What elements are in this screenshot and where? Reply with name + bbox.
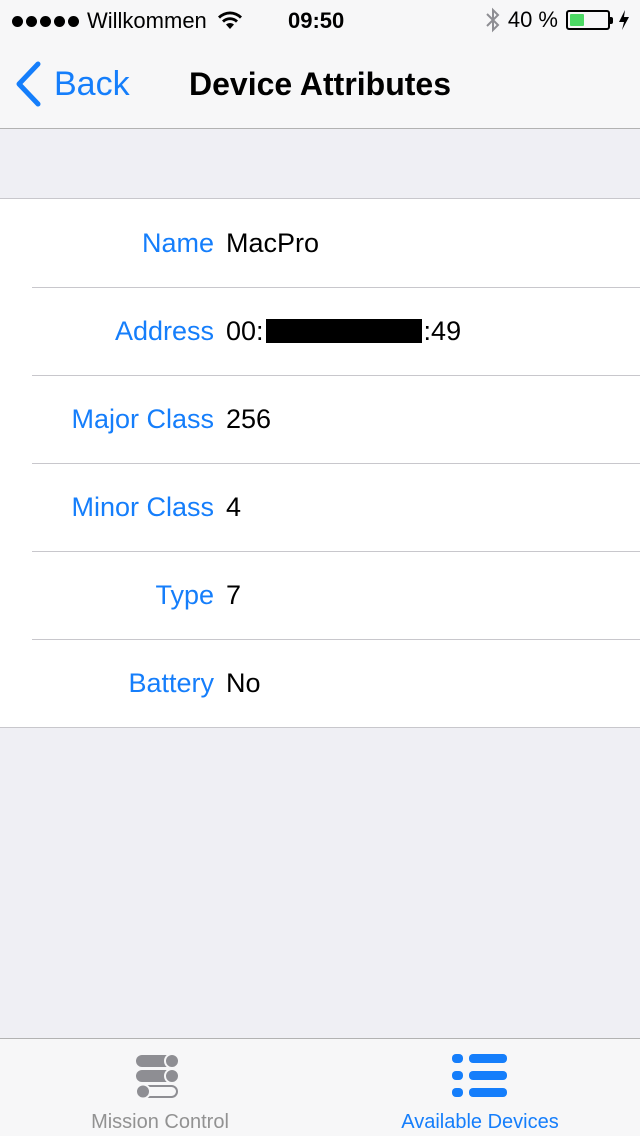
attributes-table: Name MacPro Address 00: :49 Major Class …	[0, 198, 640, 728]
top-chrome: Willkommen 09:50 40 % Back Device Attrib…	[0, 0, 640, 129]
signal-dots-icon	[12, 15, 79, 27]
status-right: 40 %	[486, 7, 630, 33]
attribute-row-type[interactable]: Type 7	[0, 551, 640, 639]
address-prefix: 00:	[226, 316, 264, 346]
attribute-row-major-class[interactable]: Major Class 256	[0, 375, 640, 463]
attribute-key: Address	[114, 316, 214, 346]
attribute-value: No	[226, 668, 261, 698]
attribute-key: Name	[141, 228, 214, 258]
attribute-row-name[interactable]: Name MacPro	[0, 199, 640, 287]
attribute-value: MacPro	[226, 228, 320, 258]
page-title: Device Attributes	[189, 66, 451, 102]
battery-fill	[570, 14, 584, 26]
tab-bar: Mission Control Available Devices	[0, 1038, 640, 1136]
attribute-value: 7	[226, 580, 242, 610]
attribute-key: Major Class	[71, 404, 214, 434]
attribute-value: 4	[226, 492, 242, 522]
bluetooth-icon	[486, 7, 500, 33]
status-bar: Willkommen 09:50 40 %	[0, 0, 640, 40]
battery-percent: 40 %	[507, 7, 558, 32]
redaction-bar	[265, 319, 422, 343]
attribute-key: Minor Class	[71, 492, 214, 522]
attribute-value: 00: :49	[226, 287, 461, 375]
attribute-row-address[interactable]: Address 00: :49	[0, 287, 640, 375]
charging-bolt-icon	[619, 10, 629, 30]
carrier-name: Willkommen	[87, 8, 207, 33]
status-left: Willkommen	[12, 8, 243, 34]
attribute-value: 256	[226, 404, 272, 434]
address-suffix: :49	[423, 316, 462, 346]
attribute-row-minor-class[interactable]: Minor Class 4	[0, 463, 640, 551]
tab-mission-control[interactable]: Mission Control	[0, 1039, 320, 1136]
tab-label: Available Devices	[401, 1111, 559, 1133]
tab-available-devices[interactable]: Available Devices	[320, 1039, 640, 1136]
list-icon	[452, 1054, 507, 1097]
attribute-key: Battery	[128, 668, 214, 698]
battery-icon	[566, 10, 613, 30]
toggles-icon	[135, 1053, 180, 1100]
attribute-row-battery[interactable]: Battery No	[0, 639, 640, 727]
status-time: 09:50	[288, 8, 345, 33]
attribute-key: Type	[155, 580, 214, 610]
wifi-icon	[217, 11, 242, 29]
navigation-bar: Back Device Attributes	[0, 40, 640, 129]
tab-label: Mission Control	[91, 1111, 229, 1133]
